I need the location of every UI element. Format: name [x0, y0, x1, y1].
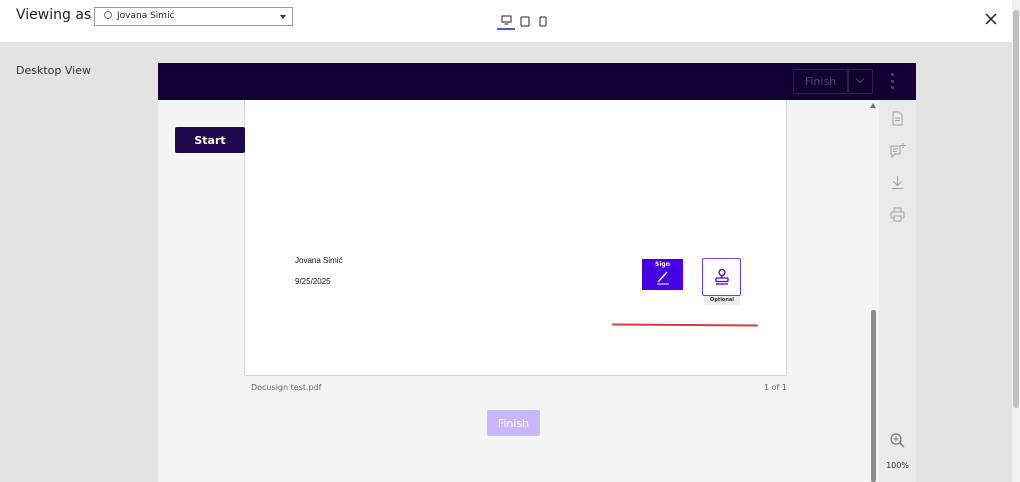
viewing-as-label: Viewing as	[16, 7, 92, 23]
more-dot	[890, 73, 894, 76]
document-tools-panel: 100%	[879, 100, 916, 482]
recipient-select[interactable]: Jovana Simić	[94, 7, 293, 26]
close-icon	[985, 13, 997, 25]
document-scrollbar[interactable]	[868, 100, 879, 482]
add-comment-icon	[890, 143, 906, 159]
finish-options-button[interactable]	[848, 69, 873, 94]
add-comment-button[interactable]	[889, 142, 906, 159]
finish-button-header[interactable]: Finish	[793, 69, 848, 94]
sign-tag-label: Sign	[655, 261, 670, 268]
document-file-name: Docusign test.pdf	[251, 383, 322, 392]
preview-mode-label: Desktop View	[16, 64, 91, 77]
download-button[interactable]	[889, 174, 906, 191]
tablet-view-button[interactable]	[516, 12, 534, 30]
desktop-view-button[interactable]	[497, 12, 515, 30]
optional-label: Optional	[704, 296, 740, 305]
date-signed-text: 9/25/2025	[295, 277, 331, 286]
signer-name-text: Jovana Simić	[295, 256, 343, 265]
signature-line	[611, 323, 759, 327]
zoom-in-button[interactable]	[889, 432, 906, 449]
finish-button-bottom[interactable]: Finish	[487, 410, 540, 436]
top-bar: Viewing as Jovana Simić	[0, 0, 1012, 42]
more-dot	[890, 79, 894, 83]
pen-icon	[656, 271, 669, 285]
print-button[interactable]	[889, 206, 906, 223]
recipient-name: Jovana Simić	[117, 11, 175, 21]
signing-header: Finish	[158, 63, 916, 100]
more-dot	[890, 86, 894, 89]
desktop-icon	[501, 15, 511, 25]
stamp-icon	[715, 268, 729, 285]
zoom-level: 100%	[886, 461, 909, 470]
document-icon	[892, 111, 903, 126]
page-count: 1 of 1	[764, 383, 787, 392]
scroll-up-arrow-icon[interactable]	[870, 103, 876, 108]
globe-icon	[104, 11, 112, 19]
mobile-icon	[539, 16, 547, 26]
zoom-in-icon	[890, 433, 905, 448]
close-button[interactable]	[982, 10, 1000, 28]
start-button[interactable]: Start	[175, 127, 245, 153]
stamp-tag[interactable]	[702, 258, 741, 296]
page-scrollbar-thumb[interactable]	[1013, 10, 1019, 408]
document-page: Jovana Simić 9/25/2025 Sign Optional	[244, 100, 787, 376]
document-tool-button[interactable]	[889, 110, 906, 127]
dropdown-caret-icon	[280, 15, 286, 19]
more-options-button[interactable]	[885, 71, 899, 91]
document-scrollbar-thumb[interactable]	[871, 310, 876, 482]
download-icon	[892, 176, 903, 189]
print-icon	[890, 207, 905, 222]
mobile-view-button[interactable]	[534, 12, 552, 30]
chevron-down-icon	[855, 74, 865, 84]
sign-here-tag[interactable]: Sign	[642, 259, 683, 290]
signing-preview-frame: Finish Jovana Simić 9/25/2025 Sign Optio…	[158, 63, 916, 482]
page-scrollbar[interactable]	[1012, 0, 1020, 482]
tablet-icon	[520, 16, 530, 26]
